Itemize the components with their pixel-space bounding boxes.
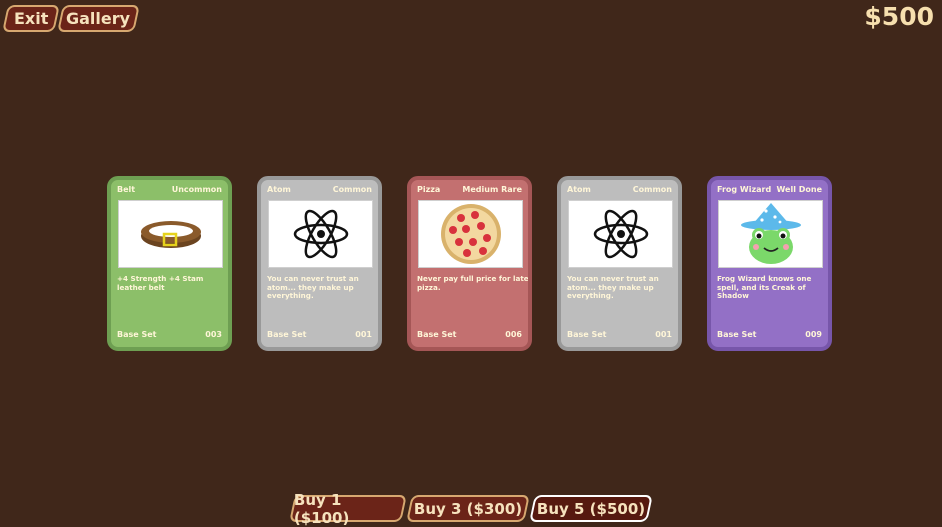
card-number: 006 <box>505 330 522 339</box>
card-set: Base Set <box>717 330 757 339</box>
card-name: Pizza <box>417 185 441 194</box>
card-name: Frog Wizard <box>717 185 772 194</box>
card-name: Belt <box>117 185 136 194</box>
money-display: $500 <box>864 2 934 31</box>
buy-3-label: Buy 3 ($300) <box>413 499 523 518</box>
card-set: Base Set <box>417 330 457 339</box>
card-set: Base Set <box>117 330 157 339</box>
exit-label: Exit <box>13 9 49 28</box>
card-number: 001 <box>355 330 372 339</box>
atom-icon <box>293 209 348 259</box>
card-rarity: Common <box>632 185 672 194</box>
card-belt[interactable]: Belt Uncommon +4 Strength +4 Stam leathe… <box>107 176 232 351</box>
gallery-label: Gallery <box>66 9 131 28</box>
card-art <box>718 200 823 268</box>
atom-icon <box>593 209 648 259</box>
card-number: 001 <box>655 330 672 339</box>
card-name: Atom <box>267 185 291 194</box>
buy-3-button[interactable]: Buy 3 ($300) <box>406 495 530 522</box>
card-description: Frog Wizard knows one spell, and its Cre… <box>717 274 812 301</box>
card-number: 003 <box>205 330 222 339</box>
belt-icon <box>140 221 201 248</box>
card-description: +4 Strength +4 Stam leather belt <box>117 274 204 292</box>
card-atom[interactable]: Atom Common You can never trust an atom.… <box>557 176 682 351</box>
gallery-button[interactable]: Gallery <box>57 5 140 32</box>
card-description: You can never trust an atom... they make… <box>567 274 659 301</box>
card-name: Atom <box>567 185 591 194</box>
card-atom[interactable]: Atom Common You can never trust an atom.… <box>257 176 382 351</box>
card-frog-wizard[interactable]: Frog Wizard Well Done Frog Wizard knows … <box>707 176 832 351</box>
card-set: Base Set <box>567 330 607 339</box>
buy-1-label: Buy 1 ($100) <box>294 490 350 527</box>
card-pizza[interactable]: Pizza Medium Rare Never pay full price f… <box>407 176 532 351</box>
card-art <box>568 200 673 268</box>
pizza-icon <box>440 204 501 264</box>
card-art <box>418 200 523 268</box>
card-art <box>118 200 223 268</box>
card-art <box>268 200 373 268</box>
card-number: 009 <box>805 330 822 339</box>
card-rarity: Common <box>332 185 372 194</box>
card-rarity: Medium Rare <box>462 185 522 194</box>
card-description: Never pay full price for late pizza. <box>417 274 529 292</box>
buy-5-button[interactable]: Buy 5 ($500) <box>529 495 653 522</box>
card-rarity: Well Done <box>776 185 823 194</box>
frog-wizard-icon <box>740 203 801 264</box>
exit-button[interactable]: Exit <box>2 5 60 32</box>
buy-5-label: Buy 5 ($500) <box>536 499 646 518</box>
card-rarity: Uncommon <box>171 185 222 194</box>
buy-1-button[interactable]: Buy 1 ($100) <box>289 491 407 527</box>
card-description: You can never trust an atom... they make… <box>267 274 359 301</box>
card-set: Base Set <box>267 330 307 339</box>
